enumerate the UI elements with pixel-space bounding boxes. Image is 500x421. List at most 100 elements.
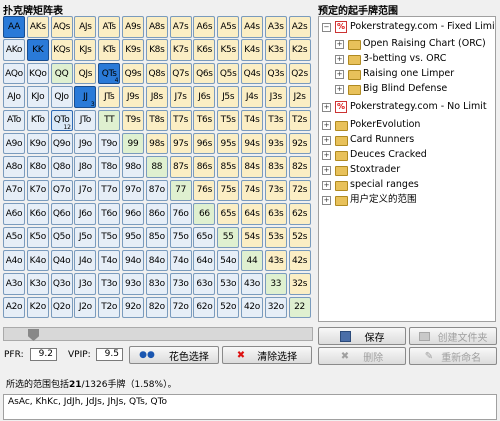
hand-cell-83s[interactable]: 83s	[264, 156, 287, 178]
hand-cell-t9s[interactable]: T9s	[121, 109, 144, 132]
suit-select-button[interactable]: ●● 花色选择	[129, 346, 219, 364]
hand-cell-ajo[interactable]: AJo	[3, 86, 25, 108]
tree-item[interactable]: 3-betting vs. ORC	[363, 52, 446, 65]
hand-cell-72s[interactable]: 72s	[288, 179, 311, 202]
hand-cell-q9s[interactable]: Q9s	[121, 62, 144, 85]
hand-cell-t6o[interactable]: T6o	[98, 203, 121, 225]
hand-cell-92s[interactable]: 92s	[288, 132, 311, 155]
hand-cell-kto[interactable]: KTo	[26, 109, 49, 132]
hand-cell-t2s[interactable]: T2s	[288, 109, 311, 132]
hand-cell-55[interactable]: 55	[217, 226, 240, 249]
hand-cell-92o[interactable]: 92o	[121, 296, 144, 319]
hand-cell-k5s[interactable]: K5s	[217, 39, 240, 61]
expand-icon[interactable]: +	[335, 85, 344, 94]
hand-cell-ajs[interactable]: AJs	[74, 16, 97, 38]
hand-cell-k4s[interactable]: K4s	[240, 39, 263, 61]
hand-cell-93o[interactable]: 93o	[121, 273, 144, 295]
hand-cell-t8o[interactable]: T8o	[98, 156, 121, 178]
hand-cell-q3s[interactable]: Q3s	[264, 62, 287, 85]
hand-cell-k6s[interactable]: K6s	[193, 39, 216, 61]
hand-cell-j5o[interactable]: J5o	[74, 226, 97, 249]
hand-cell-a6o[interactable]: A6o	[3, 203, 25, 225]
hand-cell-44[interactable]: 44	[240, 249, 263, 272]
hand-cell-t4s[interactable]: T4s	[240, 109, 263, 132]
hand-cell-k7o[interactable]: K7o	[26, 179, 49, 202]
hand-cell-q5s[interactable]: Q5s	[217, 62, 240, 85]
hand-cell-k9s[interactable]: K9s	[121, 39, 144, 61]
hand-cell-t2o[interactable]: T2o	[98, 296, 121, 319]
hand-cell-a8s[interactable]: A8s	[145, 16, 168, 38]
hand-cell-62s[interactable]: 62s	[288, 203, 311, 225]
expand-icon[interactable]: +	[322, 181, 331, 190]
hand-cell-j5s[interactable]: J5s	[217, 86, 240, 108]
hand-cell-22[interactable]: 22	[288, 296, 311, 319]
hand-cell-q8o[interactable]: Q8o	[50, 156, 73, 178]
hand-cell-87o[interactable]: 87o	[145, 179, 168, 202]
hand-cell-73s[interactable]: 73s	[264, 179, 287, 202]
hand-cell-t5o[interactable]: T5o	[98, 226, 121, 249]
hand-cell-93s[interactable]: 93s	[264, 132, 287, 155]
clear-selection-button[interactable]: ✖ 清除选择	[222, 346, 312, 364]
hand-cell-63o[interactable]: 63o	[193, 273, 216, 295]
hand-cell-k2o[interactable]: K2o	[26, 296, 49, 319]
hand-cell-j4o[interactable]: J4o	[74, 249, 97, 272]
hand-cell-96o[interactable]: 96o	[121, 203, 144, 225]
hand-cell-64s[interactable]: 64s	[240, 203, 263, 225]
hand-cell-jts[interactable]: JTs	[98, 86, 121, 108]
hand-cell-97s[interactable]: 97s	[169, 132, 192, 155]
hand-cell-62o[interactable]: 62o	[193, 296, 216, 319]
tree-item[interactable]: Big Blind Defense	[363, 82, 447, 95]
tree-item[interactable]: PokerEvolution	[350, 118, 420, 131]
rename-button[interactable]: ✎ 重新命名	[409, 347, 497, 365]
hand-cell-a5s[interactable]: A5s	[217, 16, 240, 38]
hand-cell-53s[interactable]: 53s	[264, 226, 287, 249]
hand-cell-a7o[interactable]: A7o	[3, 179, 25, 202]
hand-cell-65o[interactable]: 65o	[193, 226, 216, 249]
hand-cell-kts[interactable]: KTs	[98, 39, 121, 61]
hand-cell-jj[interactable]: JJ 3	[74, 86, 97, 108]
tree-item[interactable]: 用户定义的范围	[350, 193, 417, 206]
hand-cell-99[interactable]: 99	[121, 132, 144, 155]
hand-cell-32s[interactable]: 32s	[288, 273, 311, 295]
tree-item[interactable]: Deuces Cracked	[350, 148, 427, 161]
hand-cell-86s[interactable]: 86s	[193, 156, 216, 178]
hand-cell-k3s[interactable]: K3s	[264, 39, 287, 61]
expand-icon[interactable]: +	[322, 121, 331, 130]
hand-cell-42s[interactable]: 42s	[288, 249, 311, 272]
hand-cell-k8o[interactable]: K8o	[26, 156, 49, 178]
hand-cell-qts[interactable]: QTs 4	[98, 62, 121, 85]
hand-cell-k9o[interactable]: K9o	[26, 132, 49, 155]
hand-cell-qq[interactable]: QQ	[50, 62, 73, 85]
hand-cell-k6o[interactable]: K6o	[26, 203, 49, 225]
hand-cell-52s[interactable]: 52s	[288, 226, 311, 249]
hand-cell-a9s[interactable]: A9s	[121, 16, 144, 38]
hand-cell-jto[interactable]: JTo	[74, 109, 97, 132]
expand-icon[interactable]: +	[322, 166, 331, 175]
hand-cell-87s[interactable]: 87s	[169, 156, 192, 178]
hand-cell-43s[interactable]: 43s	[264, 249, 287, 272]
hand-cell-a6s[interactable]: A6s	[193, 16, 216, 38]
hand-cell-kqs[interactable]: KQs	[50, 39, 73, 61]
range-slider[interactable]	[3, 327, 313, 341]
hand-cell-74o[interactable]: 74o	[169, 249, 192, 272]
hand-cell-a4s[interactable]: A4s	[240, 16, 263, 38]
hand-cell-a2s[interactable]: A2s	[288, 16, 311, 38]
hand-cell-t9o[interactable]: T9o	[98, 132, 121, 155]
hand-cell-94o[interactable]: 94o	[121, 249, 144, 272]
hand-cell-a9o[interactable]: A9o	[3, 132, 25, 155]
expand-icon[interactable]: +	[322, 196, 331, 205]
hand-cell-j9s[interactable]: J9s	[121, 86, 144, 108]
collapse-icon[interactable]: −	[322, 23, 331, 32]
hand-cell-a8o[interactable]: A8o	[3, 156, 25, 178]
hand-cell-aa[interactable]: AA	[3, 16, 25, 38]
hand-cell-k3o[interactable]: K3o	[26, 273, 49, 295]
hand-cell-qjo[interactable]: QJo	[50, 86, 73, 108]
expand-icon[interactable]: +	[322, 136, 331, 145]
hand-cell-96s[interactable]: 96s	[193, 132, 216, 155]
hand-cell-kk[interactable]: KK	[26, 39, 49, 61]
expand-icon[interactable]: +	[335, 70, 344, 79]
hand-cell-64o[interactable]: 64o	[193, 249, 216, 272]
hand-cell-88[interactable]: 88	[145, 156, 168, 178]
hand-cell-k7s[interactable]: K7s	[169, 39, 192, 61]
hand-cell-aqo[interactable]: AQo	[3, 62, 25, 85]
